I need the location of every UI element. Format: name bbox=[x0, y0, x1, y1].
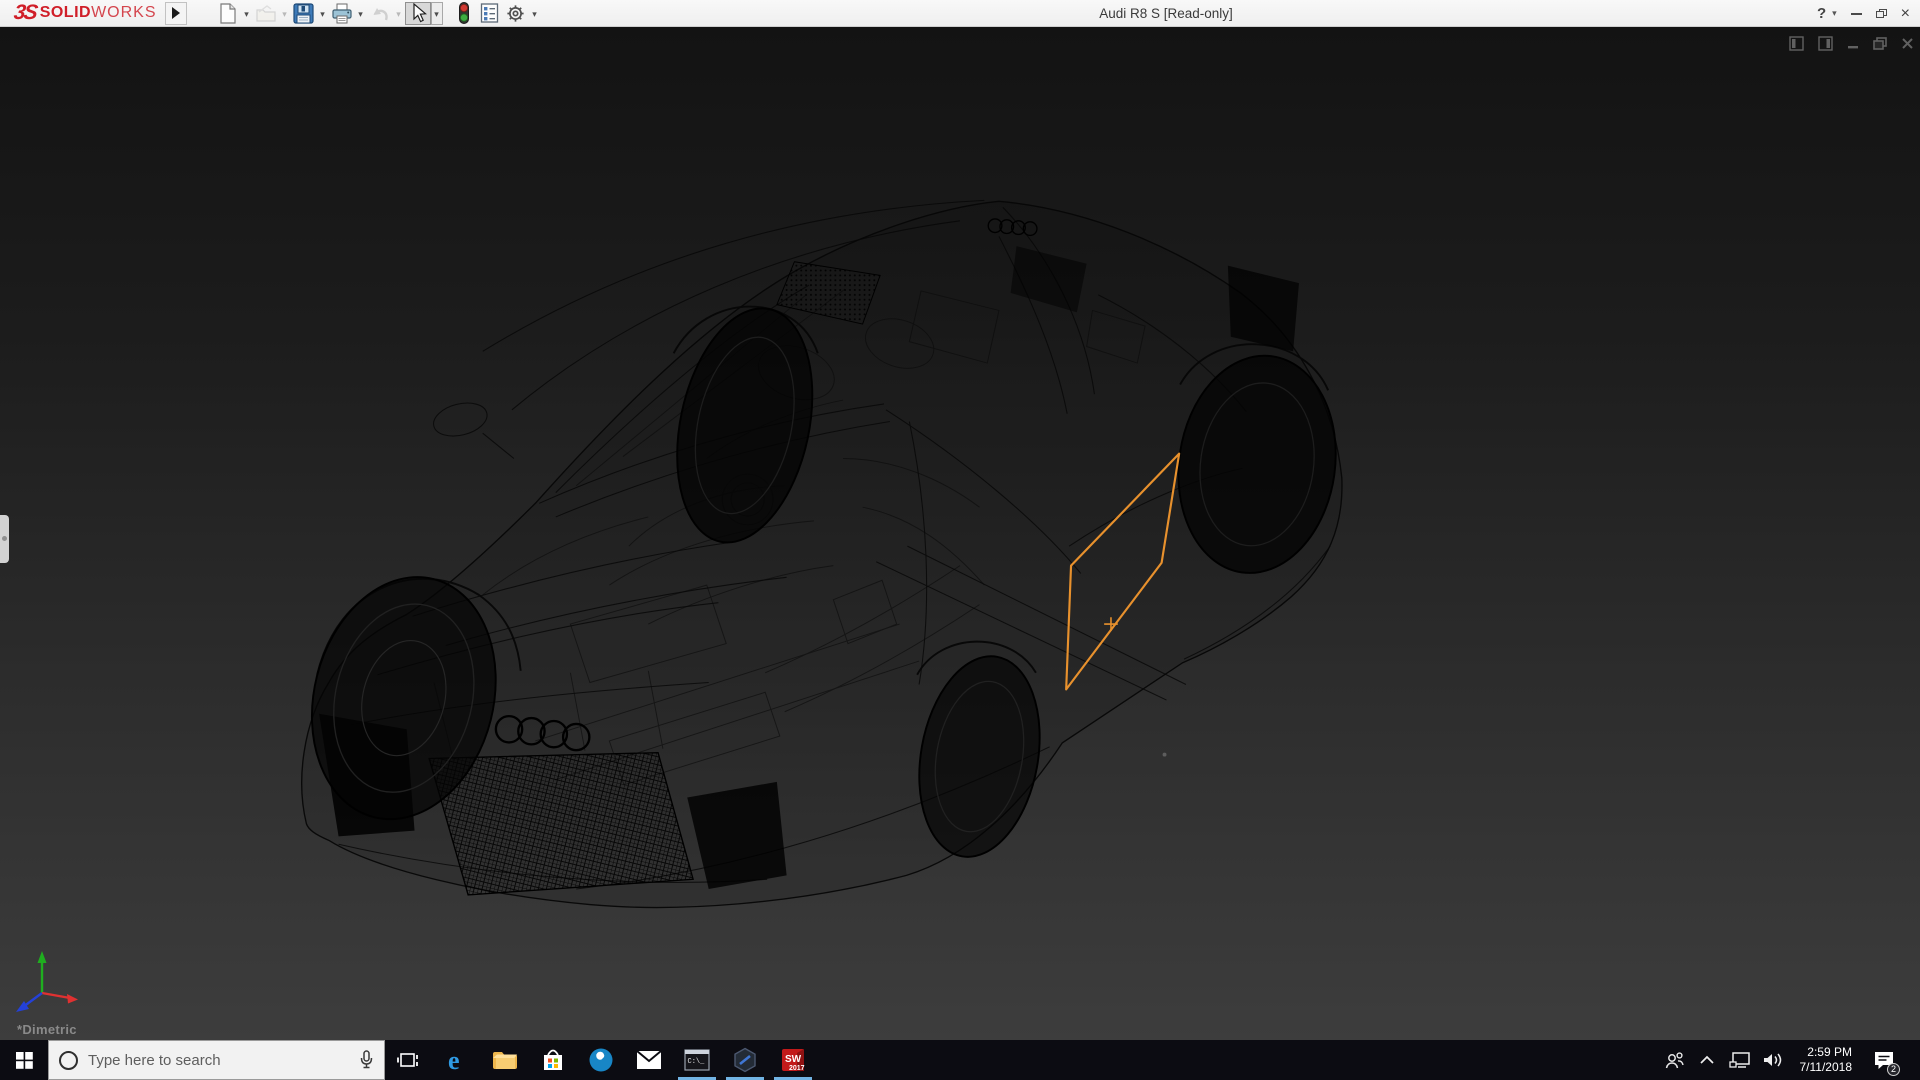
volume-icon[interactable] bbox=[1761, 1051, 1785, 1069]
action-center-button[interactable]: 2 bbox=[1867, 1040, 1901, 1080]
window-title: Audi R8 S [Read-only] bbox=[1099, 6, 1233, 21]
options-dropdown-caret[interactable]: ▾ bbox=[529, 2, 541, 25]
svg-text:e: e bbox=[448, 1047, 460, 1073]
open-button[interactable] bbox=[253, 2, 279, 25]
mail-icon bbox=[636, 1050, 662, 1069]
open-icon bbox=[255, 5, 276, 22]
quick-toolbar: ▾ ▾ ▾ ▾ ▾ ▾ ▾ bbox=[215, 0, 541, 26]
search-input[interactable] bbox=[88, 1051, 349, 1069]
view-orientation-label: *Dimetric bbox=[17, 1022, 77, 1037]
feature-pane-icon[interactable] bbox=[1818, 36, 1833, 51]
hexagon-app-icon bbox=[734, 1047, 756, 1073]
print-button[interactable] bbox=[329, 2, 355, 25]
restore-button[interactable] bbox=[1875, 9, 1887, 18]
clock-date: 7/11/2018 bbox=[1799, 1060, 1853, 1074]
save-dropdown-caret[interactable]: ▾ bbox=[317, 2, 329, 25]
close-button[interactable]: × bbox=[1901, 5, 1910, 22]
undo-icon bbox=[373, 8, 388, 21]
people-icon[interactable] bbox=[1662, 1051, 1686, 1069]
new-dropdown-caret[interactable]: ▾ bbox=[241, 2, 253, 25]
document-window-controls bbox=[1789, 36, 1914, 51]
wrench-circle-icon bbox=[589, 1048, 613, 1072]
window-controls: ? ▾ × bbox=[1817, 0, 1910, 27]
svg-text:SW: SW bbox=[785, 1054, 802, 1065]
select-tool-button[interactable] bbox=[404, 1, 431, 25]
print-dropdown-caret[interactable]: ▾ bbox=[355, 2, 367, 25]
edge-button[interactable]: e bbox=[433, 1040, 481, 1080]
cortana-icon[interactable] bbox=[59, 1050, 78, 1070]
doc-close-icon[interactable] bbox=[1901, 37, 1914, 50]
microphone-icon[interactable] bbox=[359, 1050, 374, 1070]
menu-flyout-button[interactable] bbox=[164, 1, 187, 25]
windows-logo-icon bbox=[15, 1051, 33, 1069]
command-prompt-button[interactable]: C:\_ bbox=[673, 1040, 721, 1080]
hexagon-app-button[interactable] bbox=[721, 1040, 769, 1080]
dassault-3s-logo: 3S bbox=[12, 1, 38, 24]
graphics-viewport[interactable]: *Dimetric bbox=[0, 27, 1920, 1040]
windows-taskbar: e bbox=[0, 1040, 1920, 1080]
new-document-button[interactable] bbox=[215, 2, 241, 25]
save-icon bbox=[293, 2, 314, 24]
open-dropdown-caret[interactable]: ▾ bbox=[279, 2, 291, 25]
file-explorer-button[interactable] bbox=[481, 1040, 529, 1080]
car-wireframe-model[interactable] bbox=[0, 27, 1920, 1040]
microsoft-store-button[interactable] bbox=[529, 1040, 577, 1080]
options-button[interactable] bbox=[503, 2, 529, 25]
solidworks-logo: 3S SOLID WORKS bbox=[12, 1, 157, 24]
svg-text:2017: 2017 bbox=[789, 1065, 805, 1072]
taskbar-search[interactable] bbox=[48, 1040, 385, 1080]
command-prompt-icon: C:\_ bbox=[684, 1049, 710, 1071]
settings-wrench-button[interactable] bbox=[577, 1040, 625, 1080]
file-properties-icon bbox=[480, 3, 499, 23]
new-document-icon bbox=[220, 2, 236, 24]
clock-time: 2:59 PM bbox=[1807, 1045, 1852, 1059]
taskbar-clock[interactable]: 2:59 PM 7/11/2018 bbox=[1794, 1045, 1859, 1075]
mail-button[interactable] bbox=[625, 1040, 673, 1080]
titlebar: 3S SOLID WORKS ▾ ▾ ▾ ▾ ▾ ▾ ▾ Audi R8 S [… bbox=[0, 0, 1920, 27]
task-view-button[interactable] bbox=[385, 1040, 433, 1080]
network-icon[interactable] bbox=[1728, 1051, 1752, 1069]
edge-icon: e bbox=[448, 1047, 460, 1073]
file-explorer-icon bbox=[493, 1052, 517, 1069]
system-tray: 2:59 PM 7/11/2018 2 bbox=[1662, 1040, 1920, 1080]
doc-minimize-icon[interactable] bbox=[1847, 38, 1859, 50]
rebuild-button[interactable] bbox=[451, 2, 477, 25]
notification-badge: 2 bbox=[1887, 1063, 1900, 1076]
vertex-dot bbox=[1162, 752, 1167, 757]
y-axis-arrow bbox=[37, 951, 47, 963]
microsoft-store-icon bbox=[544, 1049, 562, 1070]
taskbar-apps: e C:\_ SW 2017 bbox=[385, 1040, 817, 1080]
select-cursor-icon bbox=[412, 3, 427, 23]
svg-text:C:\_: C:\_ bbox=[688, 1058, 706, 1066]
orientation-triad bbox=[16, 951, 78, 1012]
solidworks-window: 3S SOLID WORKS ▾ ▾ ▾ ▾ ▾ ▾ ▾ Audi R8 S [… bbox=[0, 0, 1920, 1080]
solidworks-2017-button[interactable]: SW 2017 bbox=[769, 1040, 817, 1080]
display-pane-icon[interactable] bbox=[1789, 36, 1804, 51]
solidworks-app-icon: SW 2017 bbox=[782, 1049, 805, 1072]
doc-restore-icon[interactable] bbox=[1873, 37, 1887, 50]
x-axis-arrow bbox=[67, 994, 78, 1004]
panel-flyout-tab[interactable] bbox=[0, 515, 9, 563]
help-button[interactable]: ? bbox=[1817, 5, 1826, 22]
print-icon bbox=[331, 3, 352, 23]
task-view-icon bbox=[397, 1053, 418, 1067]
rebuild-traffic-light-icon bbox=[458, 2, 469, 24]
tray-overflow-chevron-icon[interactable] bbox=[1695, 1055, 1719, 1065]
undo-dropdown-caret[interactable]: ▾ bbox=[393, 2, 405, 25]
options-gear-icon bbox=[507, 4, 524, 22]
help-dropdown-caret[interactable]: ▾ bbox=[1832, 8, 1837, 19]
flyout-arrow-icon bbox=[171, 7, 180, 19]
file-properties-button[interactable] bbox=[477, 2, 503, 25]
minimize-button[interactable] bbox=[1850, 12, 1862, 15]
start-button[interactable] bbox=[0, 1040, 48, 1080]
undo-button[interactable] bbox=[367, 2, 393, 25]
select-dropdown-caret[interactable]: ▾ bbox=[430, 1, 443, 25]
save-button[interactable] bbox=[291, 2, 317, 25]
